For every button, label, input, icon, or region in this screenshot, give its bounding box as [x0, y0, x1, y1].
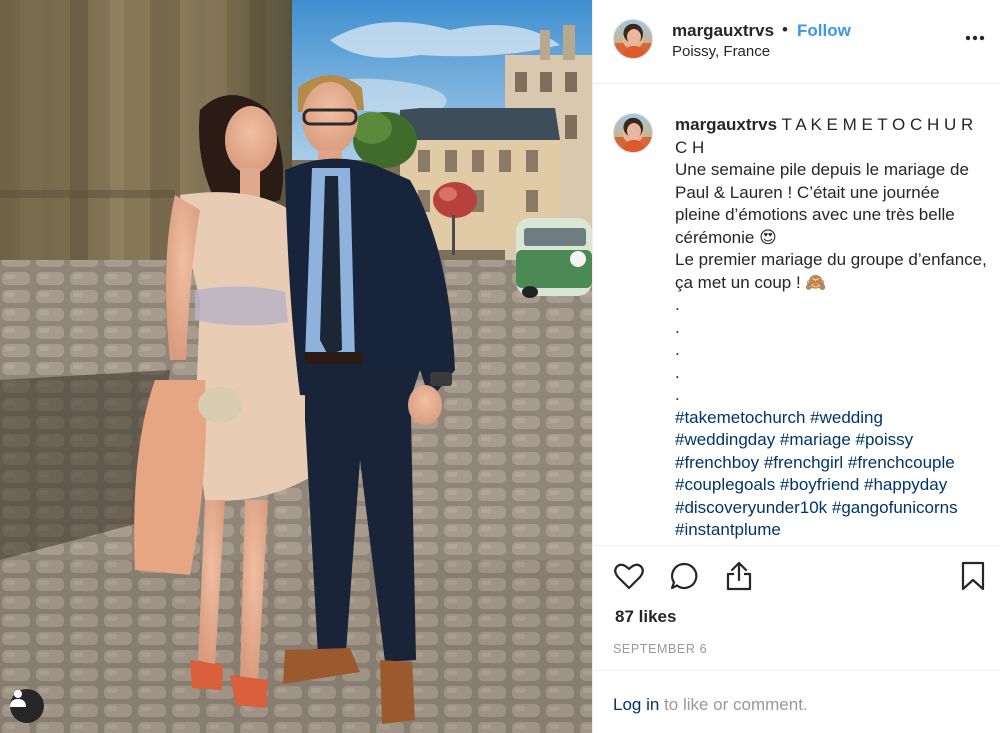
like-count[interactable]: 87 likes — [615, 607, 676, 627]
caption-hashtags[interactable]: #takemetochurch #wedding #weddingday #ma… — [675, 408, 962, 540]
more-options-icon — [965, 35, 985, 41]
caption-avatar[interactable] — [613, 113, 653, 153]
login-prompt: Log in to like or comment. — [593, 670, 1000, 733]
user-tag-button[interactable] — [10, 689, 44, 723]
author-username[interactable]: margauxtrvs — [672, 21, 774, 41]
header-separator: • — [782, 20, 788, 39]
comment-button[interactable] — [668, 560, 700, 592]
share-icon — [726, 561, 752, 591]
avatar-shirt — [623, 46, 645, 58]
post-photo[interactable] — [0, 0, 592, 733]
caption-username[interactable]: margauxtrvs — [675, 115, 777, 134]
action-bar — [593, 545, 1000, 605]
more-options-button[interactable] — [963, 28, 987, 48]
save-button[interactable] — [957, 560, 989, 592]
caption-text: T A K E M E T O C H U R C H Une semaine … — [675, 115, 987, 404]
login-prompt-text: Log in to like or comment. — [613, 695, 808, 715]
heart-icon — [614, 563, 644, 590]
post-caption: margauxtrvs T A K E M E T O C H U R C H … — [675, 114, 987, 542]
avatar-face — [627, 29, 641, 45]
comment-icon — [670, 562, 698, 590]
author-avatar[interactable] — [613, 19, 653, 59]
post-location[interactable]: Poissy, France — [672, 43, 770, 60]
like-button[interactable] — [613, 560, 645, 592]
avatar-face — [627, 123, 641, 139]
user-tag-icon — [10, 690, 26, 707]
share-button[interactable] — [723, 560, 755, 592]
post-date[interactable]: SEPTEMBER 6 — [613, 642, 707, 656]
post-header: margauxtrvs • Follow Poissy, France — [593, 0, 1000, 84]
login-rest-text: to like or comment. — [659, 695, 808, 714]
bookmark-icon — [961, 561, 985, 591]
follow-button[interactable]: Follow — [797, 21, 851, 41]
caption-section: margauxtrvs T A K E M E T O C H U R C H … — [593, 85, 1000, 545]
login-link[interactable]: Log in — [613, 695, 659, 714]
post-image — [0, 0, 592, 733]
avatar-shirt — [623, 140, 645, 152]
post-details-panel: margauxtrvs • Follow Poissy, France marg… — [592, 0, 1000, 733]
